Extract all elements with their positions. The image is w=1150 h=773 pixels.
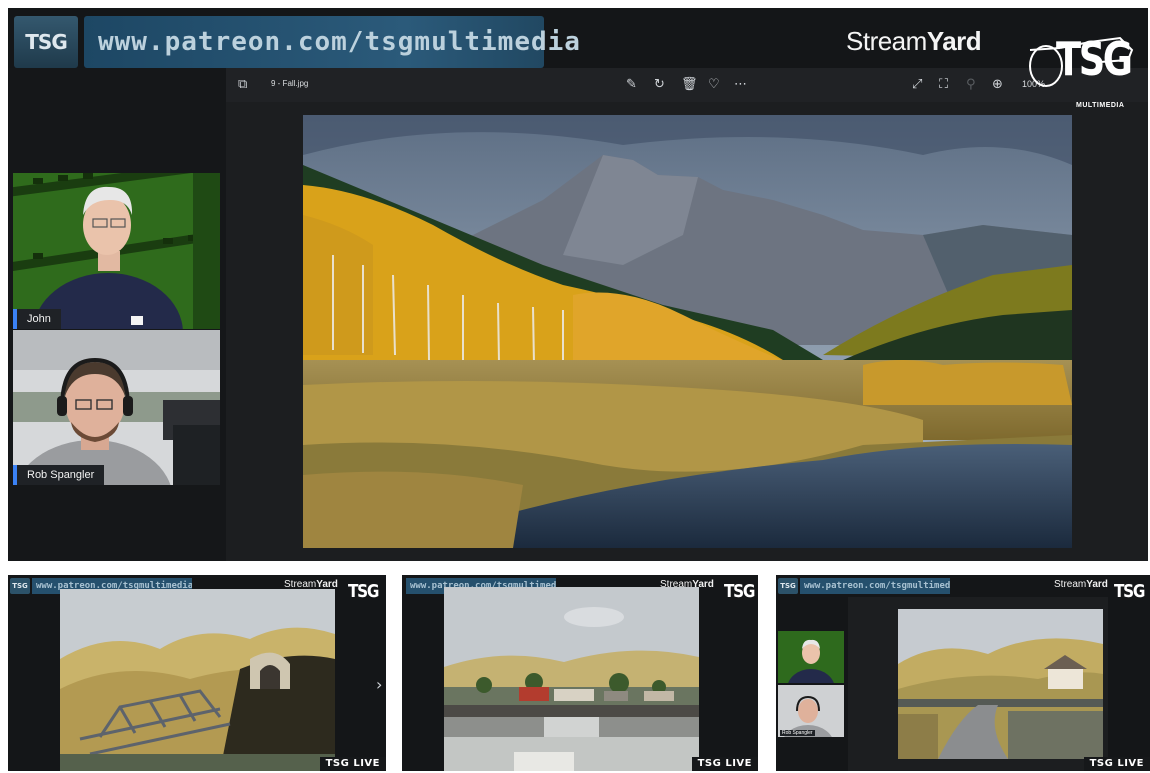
favorite-icon[interactable]: ♡ (708, 76, 720, 94)
participant-cam-rob: Rob Spangler (13, 330, 220, 485)
fall-landscape-photo (303, 115, 1072, 548)
tsg-logo-text: TSG (1114, 581, 1145, 602)
participant-name-tag: John (13, 309, 61, 329)
streamyard-logo: StreamYard (846, 26, 982, 57)
layout-bridge-photo (60, 589, 335, 771)
patreon-url: www.patreon.com/tsgmultimedia (98, 27, 581, 57)
streamyard-stream: Stream (1054, 579, 1087, 590)
zoom-in-icon[interactable]: ⊕ (992, 76, 1003, 94)
mini-name-tag: Rob Spangler (780, 730, 815, 736)
tsg-logo-subtext: MULTIMEDIA (1076, 102, 1125, 109)
next-arrow-icon[interactable]: › (376, 675, 382, 694)
participant-cam-john: John (13, 173, 220, 329)
tsg-live-label: TSG LIVE (1083, 757, 1150, 771)
john-video (13, 173, 220, 329)
tsg-live-label: TSG LIVE (691, 757, 758, 771)
thumbnail-town-scene[interactable]: www.patreon.com/tsgmultimedia StreamYard… (402, 575, 758, 771)
streamyard-yard: Yard (1086, 579, 1108, 590)
thumbnail-bridge-scene[interactable]: TSG www.patreon.com/tsgmultimedia Stream… (8, 575, 386, 771)
tsg-badge-text: TSG (25, 30, 67, 54)
gallery-icon[interactable]: ⧉ (238, 76, 247, 94)
mini-cam-john (778, 631, 844, 683)
road-photo (898, 609, 1103, 759)
zoom-out-icon[interactable]: ⚲ (966, 76, 976, 94)
stream-top-bar: TSG www.patreon.com/tsgmultimedia Stream… (8, 8, 1148, 68)
streamyard-logo: StreamYard (1054, 579, 1108, 590)
patreon-banner: www.patreon.com/tsgmultimedia (84, 16, 580, 68)
patreon-url: www.patreon.com/tsgmultimedia (800, 578, 950, 594)
town-scene-image (444, 587, 699, 771)
landscape-image (303, 115, 1072, 548)
streamyard-logo-yard: Yard (926, 26, 982, 56)
more-icon[interactable]: ⋯ (734, 76, 747, 94)
tsg-logo-text: TSG (348, 581, 379, 602)
delete-icon[interactable]: 🗑 (681, 76, 698, 94)
rob-video (13, 330, 220, 485)
tsg-logo-text: TSG (1056, 32, 1133, 86)
tsg-logo-text: TSG (724, 581, 755, 602)
edit-icon[interactable]: ✎ (626, 76, 637, 94)
tsg-badge: TSG (778, 578, 798, 594)
tsg-live-label: TSG LIVE (319, 757, 386, 771)
tsg-multimedia-logo: TSG MULTIMEDIA (1020, 20, 1140, 109)
mini-viewer (848, 597, 1108, 771)
bridge-scene-image (60, 589, 335, 771)
tsg-badge: TSG (10, 578, 30, 594)
streamyard-logo-stream: Stream (846, 26, 927, 56)
mini-cam-rob: Rob Spangler (778, 685, 844, 737)
stream-main-frame: TSG www.patreon.com/tsgmultimedia Stream… (8, 8, 1148, 561)
fullscreen-icon[interactable]: ⤢ (912, 76, 922, 94)
layout-town-photo (444, 587, 699, 771)
fit-icon[interactable]: ⛶ (939, 76, 948, 94)
thumbnail-road-scene[interactable]: TSG www.patreon.com/tsgmultimedia Stream… (776, 575, 1150, 771)
rotate-icon[interactable]: ↻ (654, 76, 665, 94)
mini-john-video (788, 639, 834, 683)
road-scene-image (898, 609, 1103, 759)
photo-viewer-toolbar: ⧉ 9 - Fall.jpg ✎ ↻ 🗑 ♡ ⋯ ⤢ ⛶ ⚲ ⊕ 100% (226, 68, 1148, 102)
file-name: 9 - Fall.jpg (271, 79, 309, 88)
participant-name-tag: Rob Spangler (13, 465, 105, 485)
thumbnail-top-bar: TSG www.patreon.com/tsgmultimedia Stream… (776, 575, 1150, 602)
tsg-badge: TSG (14, 16, 78, 68)
